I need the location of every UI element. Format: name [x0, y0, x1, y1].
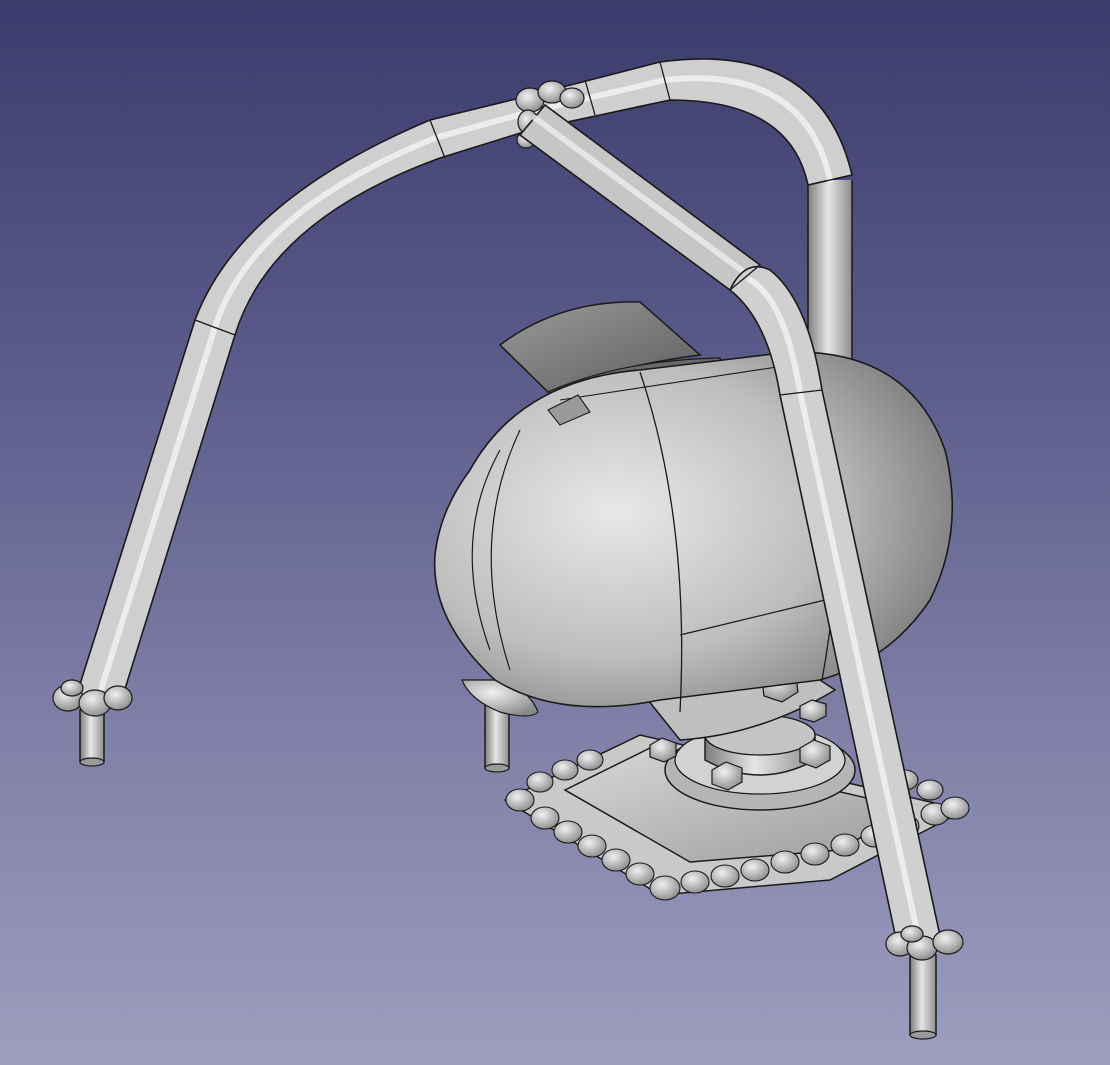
- model-scene[interactable]: [0, 0, 1110, 1065]
- brace-tube[interactable]: [518, 103, 762, 292]
- foot-right[interactable]: [885, 925, 964, 1040]
- 3d-viewport[interactable]: [0, 0, 1110, 1065]
- foot-left[interactable]: [52, 679, 133, 767]
- roll-bar-back-leg[interactable]: [807, 180, 853, 361]
